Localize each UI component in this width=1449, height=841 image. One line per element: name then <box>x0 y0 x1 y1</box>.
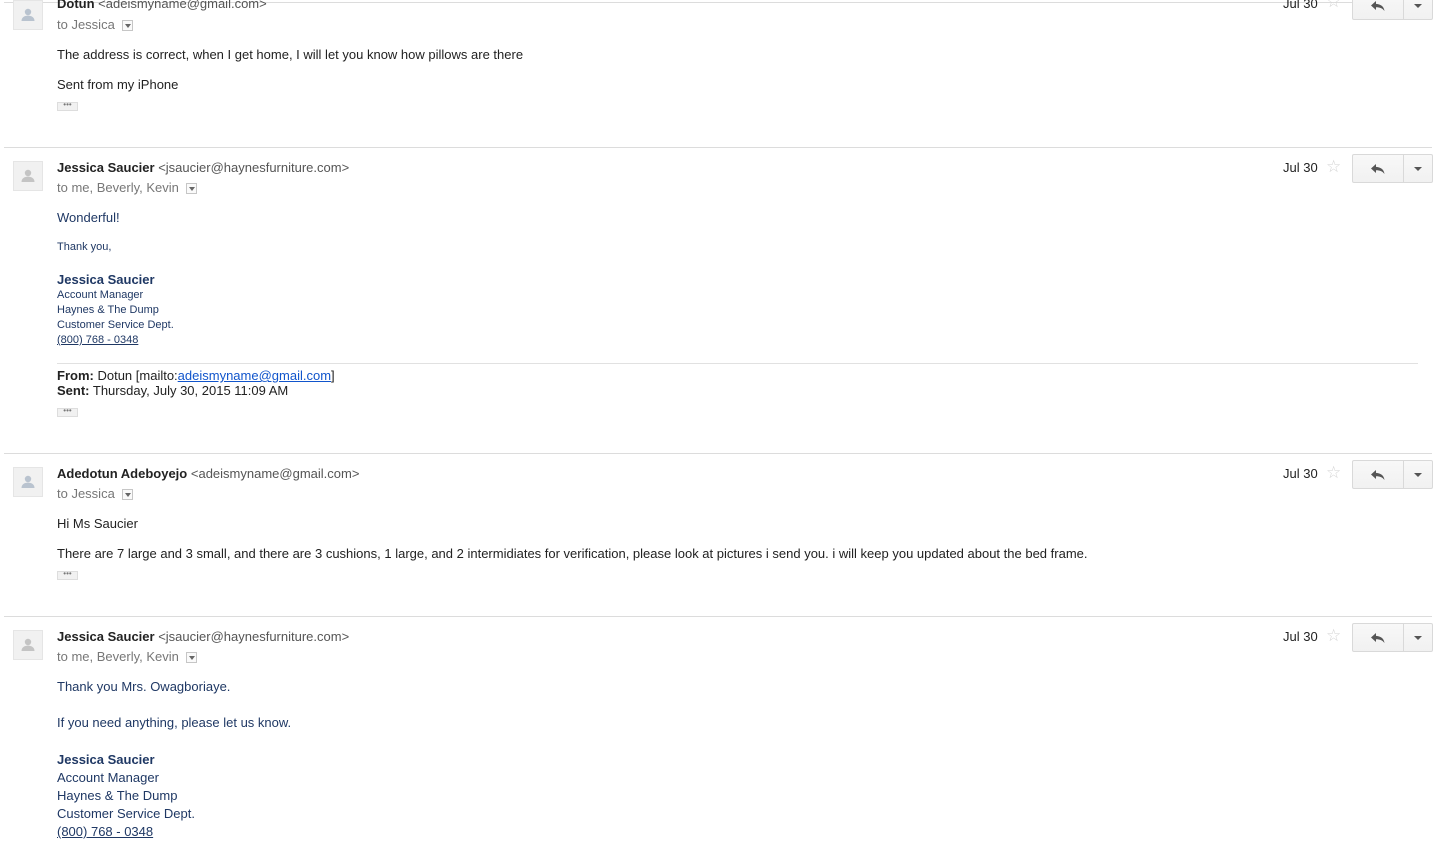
recipients-label: to me, Beverly, Kevin <box>57 649 179 664</box>
show-trimmed-content-button[interactable]: ••• <box>57 101 78 111</box>
more-options-button[interactable] <box>1404 624 1432 651</box>
sender[interactable]: Jessica Saucier <jsaucier@haynesfurnitur… <box>57 629 349 644</box>
sender[interactable]: Dotun <adeismyname@gmail.com> <box>57 0 267 11</box>
reply-button[interactable] <box>1353 624 1404 651</box>
reply-icon <box>1371 163 1385 174</box>
quoted-from-email-link[interactable]: adeismyname@gmail.com <box>178 368 331 383</box>
avatar <box>13 467 43 497</box>
recipients-label: to Jessica <box>57 486 115 501</box>
avatar <box>13 161 43 191</box>
person-icon <box>21 475 35 488</box>
sender-name: Jessica Saucier <box>57 160 155 175</box>
star-icon[interactable]: ☆ <box>1326 0 1341 10</box>
reply-button-group <box>1352 623 1433 652</box>
recipients[interactable]: to Jessica <box>57 17 133 32</box>
quoted-from-prefix: Dotun [mailto: <box>97 368 178 383</box>
sender-name: Dotun <box>57 0 95 11</box>
message-date: Jul 30 <box>1283 0 1318 11</box>
show-trimmed-content-button[interactable]: ••• <box>57 570 78 580</box>
recipients[interactable]: to Jessica <box>57 486 133 501</box>
sender-email: <jsaucier@haynesfurniture.com> <box>158 629 350 644</box>
person-icon <box>21 638 35 651</box>
star-icon[interactable]: ☆ <box>1326 464 1341 481</box>
signature-company: Haynes & The Dump <box>57 304 159 316</box>
show-details-icon[interactable] <box>121 489 133 500</box>
show-details-icon[interactable] <box>185 183 197 194</box>
sender-email: <adeismyname@gmail.com> <box>98 0 267 11</box>
more-options-button[interactable] <box>1404 0 1432 19</box>
quoted-from: From: Dotun [mailto:adeismyname@gmail.co… <box>57 368 335 383</box>
signature-title: Account Manager <box>57 770 159 785</box>
reply-button[interactable] <box>1353 155 1404 182</box>
signature-title: Account Manager <box>57 289 144 301</box>
person-icon <box>21 8 35 21</box>
recipients-label: to me, Beverly, Kevin <box>57 180 179 195</box>
sender-name: Jessica Saucier <box>57 629 155 644</box>
body-line: The address is correct, when I get home,… <box>57 47 524 62</box>
body-line: Hi Ms Saucier <box>57 516 138 531</box>
sender-email: <adeismyname@gmail.com> <box>190 466 360 481</box>
message-divider <box>4 147 1432 148</box>
more-options-button[interactable] <box>1404 155 1432 182</box>
avatar <box>13 0 43 30</box>
signature-company: Haynes & The Dump <box>57 788 178 803</box>
recipients[interactable]: to me, Beverly, Kevin <box>57 180 197 195</box>
reply-icon <box>1371 0 1385 11</box>
message-divider <box>4 616 1432 617</box>
quoted-sent: Sent: Thursday, July 30, 2015 11:09 AM <box>57 383 288 398</box>
message-date: Jul 30 <box>1283 466 1318 481</box>
signature-dept: Customer Service Dept. <box>57 319 174 331</box>
body-line: Thank you Mrs. Owagboriaye. <box>57 679 231 694</box>
reply-button-group <box>1352 460 1433 489</box>
star-icon[interactable]: ☆ <box>1326 158 1341 175</box>
sender-email: <jsaucier@haynesfurniture.com> <box>158 160 350 175</box>
reply-button-group <box>1352 0 1433 20</box>
message-date: Jul 30 <box>1283 160 1318 175</box>
body-line: There are 7 large and 3 small, and there… <box>57 546 1088 561</box>
body-line: Thank you, <box>57 241 112 253</box>
sender[interactable]: Jessica Saucier <jsaucier@haynesfurnitur… <box>57 160 349 175</box>
avatar <box>13 630 43 660</box>
show-details-icon[interactable] <box>121 20 133 31</box>
show-trimmed-content-button[interactable]: ••• <box>57 407 78 417</box>
body-line: If you need anything, please let us know… <box>57 715 292 730</box>
reply-icon <box>1371 632 1385 643</box>
signature-dept: Customer Service Dept. <box>57 806 195 821</box>
recipients-label: to Jessica <box>57 17 115 32</box>
quoted-sent-value: Thursday, July 30, 2015 11:09 AM <box>92 383 289 398</box>
signature-phone-link[interactable]: (800) 768 - 0348 <box>57 334 138 346</box>
signature-name: Jessica Saucier <box>57 752 155 767</box>
reply-button[interactable] <box>1353 461 1404 488</box>
message-date: Jul 30 <box>1283 629 1318 644</box>
quoted-from-suffix: ] <box>331 368 335 383</box>
body-line: Sent from my iPhone <box>57 77 179 92</box>
show-details-icon[interactable] <box>185 652 197 663</box>
more-options-button[interactable] <box>1404 461 1432 488</box>
body-line: Wonderful! <box>57 210 120 225</box>
message-divider <box>4 453 1432 454</box>
sender[interactable]: Adedotun Adeboyejo <adeismyname@gmail.co… <box>57 466 359 481</box>
recipients[interactable]: to me, Beverly, Kevin <box>57 649 197 664</box>
reply-button-group <box>1352 154 1433 183</box>
star-icon[interactable]: ☆ <box>1326 627 1341 644</box>
quoted-sent-label: Sent: <box>57 383 90 398</box>
person-icon <box>21 169 35 182</box>
sender-name: Adedotun Adeboyejo <box>57 466 188 481</box>
quote-divider <box>57 363 1418 364</box>
signature-name: Jessica Saucier <box>57 272 155 287</box>
quoted-from-label: From: <box>57 368 94 383</box>
reply-icon <box>1371 469 1385 480</box>
signature-phone-link[interactable]: (800) 768 - 0348 <box>57 824 153 839</box>
reply-button[interactable] <box>1353 0 1404 19</box>
